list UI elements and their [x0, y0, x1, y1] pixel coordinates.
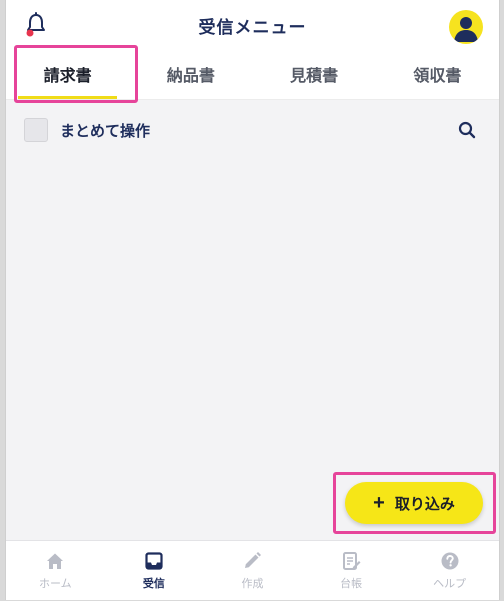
nav-item-create[interactable]: 作成 — [203, 541, 302, 600]
pencil-icon — [245, 552, 262, 568]
bottom-navigation: ホーム 受信 作成 台帳 ヘルプ — [6, 540, 499, 600]
nav-item-home[interactable]: ホーム — [6, 541, 105, 600]
app-frame: 受信メニュー 請求書 納品書 見積書 領収書 まとめて操作 + 取り込み ホーム… — [5, 0, 500, 600]
search-icon[interactable] — [457, 120, 477, 140]
tab-label: 納品書 — [166, 65, 215, 85]
tab-invoice[interactable]: 請求書 — [6, 48, 129, 99]
tab-label: 請求書 — [43, 65, 92, 85]
tab-label: 領収書 — [413, 65, 462, 85]
tab-delivery-note[interactable]: 納品書 — [129, 48, 252, 99]
nav-label: 台帳 — [340, 577, 363, 590]
nav-item-ledger[interactable]: 台帳 — [302, 541, 401, 600]
import-button[interactable]: + 取り込み — [345, 482, 483, 524]
help-icon — [441, 552, 459, 570]
tab-quotation[interactable]: 見積書 — [253, 48, 376, 99]
tab-receipt[interactable]: 領収書 — [376, 48, 499, 99]
page-title: 受信メニュー — [198, 18, 307, 38]
ledger-icon — [343, 552, 361, 570]
tab-label: 見積書 — [290, 65, 339, 85]
select-all-checkbox[interactable] — [24, 118, 48, 142]
bulk-action-label[interactable]: まとめて操作 — [60, 120, 150, 141]
nav-item-help[interactable]: ヘルプ — [400, 541, 499, 600]
home-icon — [47, 553, 64, 569]
nav-label: ホーム — [38, 577, 72, 590]
bulk-action-row: まとめて操作 — [6, 108, 499, 150]
plus-icon: + — [373, 492, 385, 514]
nav-label: 受信 — [142, 577, 165, 590]
nav-label: 作成 — [241, 577, 264, 590]
nav-label: ヘルプ — [433, 577, 467, 590]
user-avatar-icon[interactable] — [449, 10, 483, 44]
document-tabs: 請求書 納品書 見積書 領収書 — [6, 48, 499, 100]
import-button-label: 取り込み — [394, 495, 455, 513]
nav-item-inbox[interactable]: 受信 — [105, 541, 204, 600]
inbox-icon — [145, 552, 163, 570]
app-header: 受信メニュー — [6, 0, 499, 48]
